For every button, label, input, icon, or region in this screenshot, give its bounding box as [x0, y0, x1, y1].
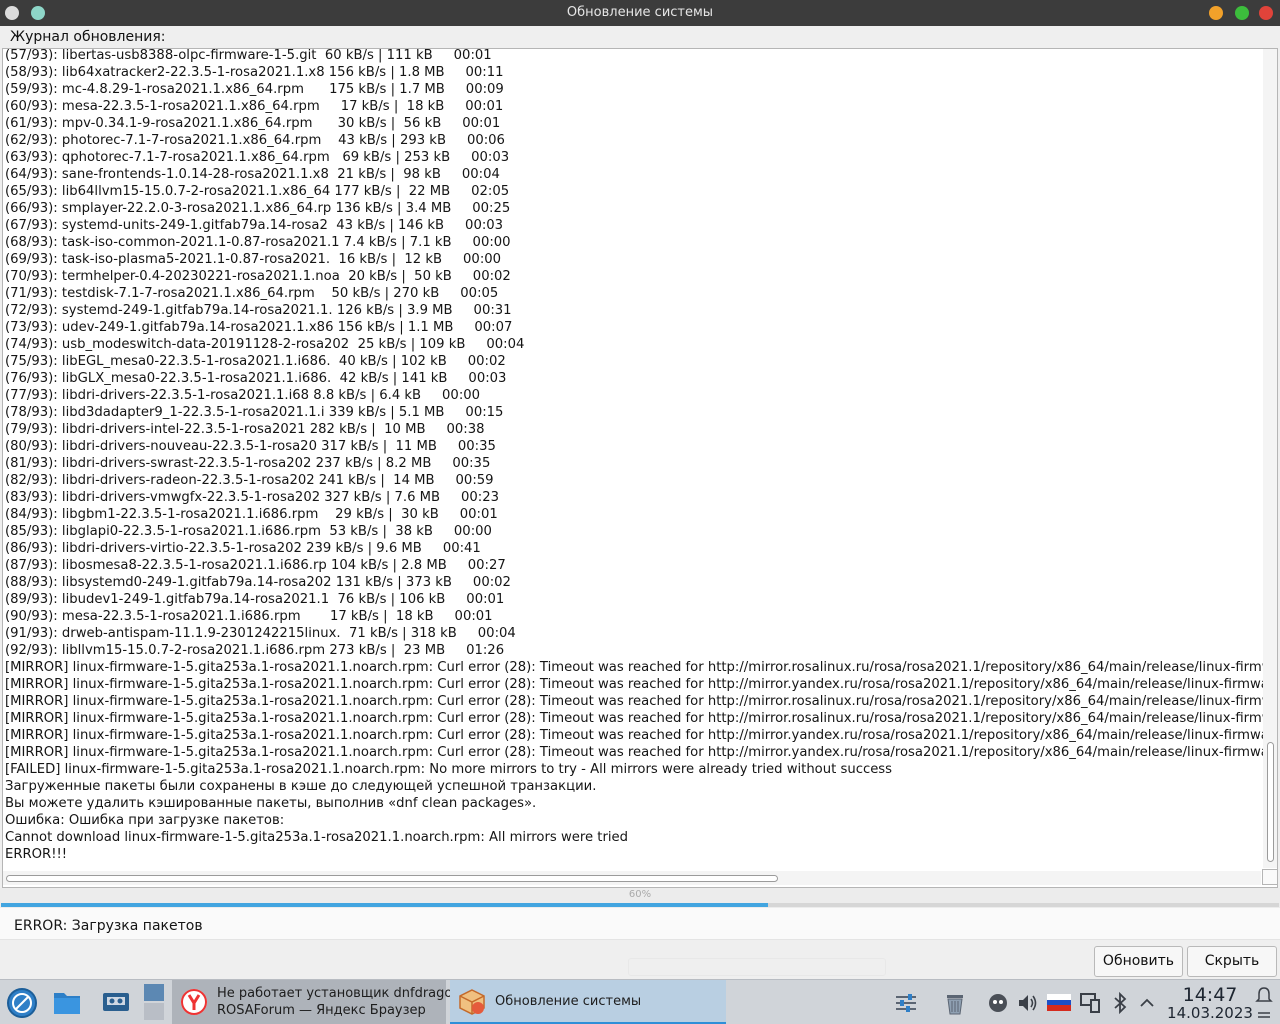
notifications-icon[interactable]	[1255, 983, 1273, 1021]
log-line: (61/93): mpv-0.34.1-9-rosa2021.1.x86_64.…	[5, 116, 501, 131]
status-text: ERROR: Загрузка пакетов	[14, 918, 203, 934]
taskbar-item-title: Обновление системы	[495, 994, 642, 1009]
progress-bar: 60%	[0, 888, 1280, 908]
log-line: (80/93): libdri-drivers-nouveau-22.3.5-1…	[5, 439, 496, 454]
media-player-icon[interactable]	[101, 988, 131, 1016]
log-line: Загруженные пакеты были сохранены в кэше…	[5, 779, 597, 794]
log-line: (75/93): libEGL_mesa0-22.3.5-1-rosa2021.…	[5, 354, 506, 369]
window-title: Обновление системы	[566, 5, 714, 20]
hide-button[interactable]: Скрыть	[1187, 946, 1277, 977]
log-line: [MIRROR] linux-firmware-1-5.gita253a.1-r…	[5, 677, 1277, 692]
log-line: [MIRROR] linux-firmware-1-5.gita253a.1-r…	[5, 694, 1277, 709]
log-line: Вы можете удалить кэшированные пакеты, в…	[5, 796, 537, 811]
minimize-button[interactable]	[1209, 6, 1223, 20]
package-update-icon	[459, 989, 485, 1015]
hidden-field	[628, 958, 886, 976]
progress-track	[1, 903, 1279, 907]
log-line: (57/93): libertas-usb8388-olpc-firmware-…	[5, 48, 492, 63]
log-line: (87/93): libosmesa8-22.3.5-1-rosa2021.1.…	[5, 558, 506, 573]
taskbar-item-title-line2: ROSAForum — Яндекс Браузер	[217, 1003, 426, 1018]
horizontal-scroll-thumb[interactable]	[6, 875, 778, 882]
log-line: (66/93): smplayer-22.2.0-3-rosa2021.1.x8…	[5, 201, 511, 216]
log-line: ERROR!!!	[5, 847, 68, 862]
desktop-pager-icon[interactable]	[143, 982, 165, 1022]
app-menu-icon[interactable]	[6, 987, 38, 1019]
update-log[interactable]: (57/93): libertas-usb8388-olpc-firmware-…	[2, 48, 1278, 888]
log-line: (70/93): termhelper-0.4-20230221-rosa202…	[5, 269, 511, 284]
update-button[interactable]: Обновить	[1094, 946, 1183, 977]
log-line: (92/93): libllvm15-15.0.7-2-rosa2021.1.i…	[5, 643, 505, 658]
log-line: (83/93): libdri-drivers-vmwgfx-22.3.5-1-…	[5, 490, 500, 505]
taskbar-item-system-update[interactable]: Обновление системы	[450, 980, 726, 1024]
mixer-settings-icon[interactable]	[894, 991, 918, 1015]
chevron-up-icon[interactable]	[1135, 991, 1159, 1015]
log-line: (85/93): libglapi0-22.3.5-1-rosa2021.1.i…	[5, 524, 492, 539]
log-line: (91/93): drweb-antispam-11.1.9-230124221…	[5, 626, 516, 641]
log-line: [MIRROR] linux-firmware-1-5.gita253a.1-r…	[5, 711, 1277, 726]
log-line: (81/93): libdri-drivers-swrast-22.3.5-1-…	[5, 456, 491, 471]
yandex-browser-icon	[181, 989, 207, 1015]
log-line: (64/93): sane-frontends-1.0.14-28-rosa20…	[5, 167, 500, 182]
log-line: (89/93): libudev1-249-1.gitfab79a.14-ros…	[5, 592, 505, 607]
log-line: (60/93): mesa-22.3.5-1-rosa2021.1.x86_64…	[5, 99, 504, 114]
log-line: (86/93): libdri-drivers-virtio-22.3.5-1-…	[5, 541, 481, 556]
log-line: (79/93): libdri-drivers-intel-22.3.5-1-r…	[5, 422, 485, 437]
progress-fill	[1, 903, 768, 907]
log-line: (90/93): mesa-22.3.5-1-rosa2021.1.i686.r…	[5, 609, 493, 624]
maximize-button[interactable]	[1235, 6, 1249, 20]
security-agent-icon[interactable]	[986, 991, 1010, 1015]
taskbar-item-title-line1: Не работает установщик dnfdragora -	[217, 986, 475, 1001]
log-line: (76/93): libGLX_mesa0-22.3.5-1-rosa2021.…	[5, 371, 507, 386]
log-line: (69/93): task-iso-plasma5-2021.1-0.87-ro…	[5, 252, 502, 267]
horizontal-scrollbar[interactable]	[3, 871, 1261, 885]
bluetooth-icon[interactable]	[1108, 991, 1132, 1015]
log-line: (77/93): libdri-drivers-22.3.5-1-rosa202…	[5, 388, 481, 403]
progress-text: 60%	[628, 889, 652, 900]
vertical-scrollbar[interactable]	[1263, 49, 1277, 868]
log-text: (57/93): libertas-usb8388-olpc-firmware-…	[5, 48, 1277, 863]
log-line: Ошибка: Ошибка при загрузке пакетов:	[5, 813, 285, 828]
log-line: [MIRROR] linux-firmware-1-5.gita253a.1-r…	[5, 728, 1277, 743]
vertical-scroll-thumb[interactable]	[1267, 742, 1274, 862]
keyboard-layout-flag-icon[interactable]	[1047, 994, 1071, 1011]
file-manager-icon[interactable]	[52, 988, 82, 1016]
clock-date[interactable]: 14.03.2023	[1160, 1004, 1260, 1022]
log-line: (63/93): qphotorec-7.1-7-rosa2021.1.x86_…	[5, 150, 510, 165]
log-line: (67/93): systemd-units-249-1.gitfab79a.1…	[5, 218, 504, 233]
taskbar: Не работает установщик dnfdragora - ROSA…	[0, 979, 1280, 1024]
status-panel: ERROR: Загрузка пакетов	[0, 908, 1280, 940]
log-line: Cannot download linux-firmware-1-5.gita2…	[5, 830, 629, 845]
scroll-corner	[1262, 869, 1277, 885]
log-line: (58/93): lib64xatracker2-22.3.5-1-rosa20…	[5, 65, 504, 80]
taskbar-item-yandex-browser[interactable]: Не работает установщик dnfdragora - ROSA…	[172, 980, 474, 1024]
log-line: (88/93): libsystemd0-249-1.gitfab79a.14-…	[5, 575, 511, 590]
trash-icon[interactable]	[943, 991, 967, 1015]
log-line: (82/93): libdri-drivers-radeon-22.3.5-1-…	[5, 473, 494, 488]
log-line: [MIRROR] linux-firmware-1-5.gita253a.1-r…	[5, 660, 1277, 675]
log-line: (65/93): lib64llvm15-15.0.7-2-rosa2021.1…	[5, 184, 510, 199]
log-line: (84/93): libgbm1-22.3.5-1-rosa2021.1.i68…	[5, 507, 498, 522]
log-line: (72/93): systemd-249-1.gitfab79a.14-rosa…	[5, 303, 512, 318]
window-titlebar[interactable]: Обновление системы	[0, 0, 1280, 26]
log-line: (62/93): photorec-7.1-7-rosa2021.1.x86_6…	[5, 133, 505, 148]
log-header: Журнал обновления:	[10, 29, 166, 45]
network-icon[interactable]	[1078, 991, 1102, 1015]
log-line: (68/93): task-iso-common-2021.1-0.87-ros…	[5, 235, 511, 250]
volume-icon[interactable]	[1016, 991, 1040, 1015]
log-line: [FAILED] linux-firmware-1-5.gita253a.1-r…	[5, 762, 893, 777]
log-line: (71/93): testdisk-7.1-7-rosa2021.1.x86_6…	[5, 286, 499, 301]
log-line: (74/93): usb_modeswitch-data-20191128-2-…	[5, 337, 525, 352]
close-button[interactable]	[1259, 6, 1273, 20]
clock-time[interactable]: 14:47	[1170, 984, 1250, 1006]
log-line: (78/93): libd3dadapter9_1-22.3.5-1-rosa2…	[5, 405, 504, 420]
log-line: (59/93): mc-4.8.29-1-rosa2021.1.x86_64.r…	[5, 82, 504, 97]
log-line: (73/93): udev-249-1.gitfab79a.14-rosa202…	[5, 320, 513, 335]
log-line: [MIRROR] linux-firmware-1-5.gita253a.1-r…	[5, 745, 1277, 760]
